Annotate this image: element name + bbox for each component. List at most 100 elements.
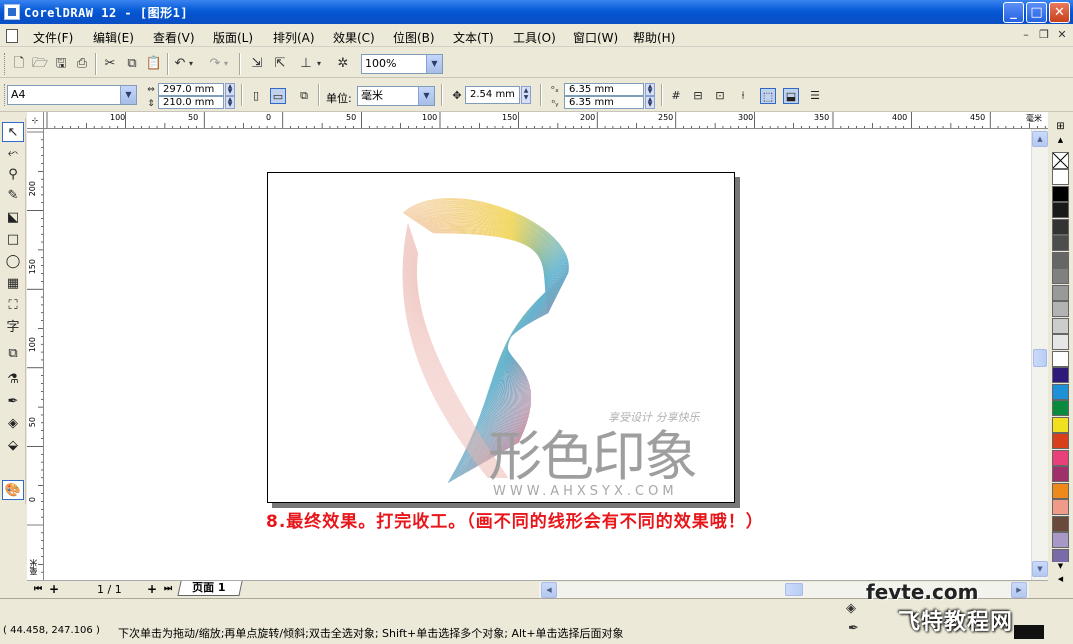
color-swatch[interactable] (1052, 383, 1069, 400)
horizontal-ruler[interactable]: 100 50 0 50 100 150 200 250 300 350 400 … (44, 112, 1048, 129)
color-swatch[interactable] (1052, 400, 1069, 416)
doc-restore-icon[interactable]: ❐ (1037, 29, 1051, 41)
vertical-scrollbar[interactable]: ▲ ▼ (1031, 129, 1048, 580)
print-icon[interactable]: ⎙ (72, 54, 92, 74)
toolbar-grip[interactable] (4, 53, 7, 75)
rectangle-tool-icon[interactable]: □ (2, 230, 24, 250)
color-swatch[interactable] (1052, 301, 1069, 317)
color-swatch[interactable] (1052, 317, 1069, 334)
color-swatch[interactable] (1052, 284, 1069, 301)
shape-tool-icon[interactable]: ⬿ (2, 144, 24, 164)
duplicate-x-field[interactable]: 6.35 mm (564, 83, 644, 96)
palette-flyout-icon[interactable]: ◀ (1052, 574, 1069, 584)
scroll-right-icon[interactable]: ▶ (1011, 582, 1027, 598)
paste-icon[interactable]: 📋 (144, 54, 164, 74)
page-height-field[interactable]: 210.0 mm (158, 96, 224, 109)
menu-arrange[interactable]: 排列(A) (273, 29, 315, 46)
dup-x-spin-button[interactable]: ▲ ▼ (645, 83, 655, 96)
horizontal-scroll-thumb[interactable] (785, 583, 803, 596)
smart-fill-tool-icon[interactable]: ⬕ (2, 208, 24, 228)
app-icon[interactable] (4, 4, 20, 20)
outline-tool-icon[interactable]: ✒ (2, 392, 24, 412)
import-icon[interactable]: ⇲ (247, 54, 267, 74)
menu-window[interactable]: 窗口(W) (573, 29, 618, 46)
palette-menu-icon[interactable]: ⊞ (1052, 120, 1069, 134)
menu-help[interactable]: 帮助(H) (633, 29, 675, 46)
interactive-blend-tool-icon[interactable]: ⧉ (2, 344, 24, 364)
dup-y-spin-button[interactable]: ▲ ▼ (645, 96, 655, 109)
paper-size-select[interactable]: A4 ▼ (7, 85, 137, 105)
scroll-up-icon[interactable]: ▲ (1032, 131, 1048, 147)
export-icon[interactable]: ⇱ (270, 54, 290, 74)
menu-bitmaps[interactable]: 位图(B) (393, 29, 435, 46)
page-tab[interactable]: 页面 1 (177, 581, 243, 596)
application-launcher-icon[interactable]: ⊥ (296, 54, 316, 74)
ruler-corner[interactable]: ⊹ (27, 112, 44, 129)
launcher-dropdown-icon[interactable]: ▾ (314, 54, 324, 74)
vertical-scroll-thumb[interactable] (1033, 349, 1047, 367)
color-swatch[interactable] (1052, 499, 1069, 515)
color-swatch[interactable] (1052, 367, 1069, 383)
add-page-after-icon[interactable]: + (145, 582, 159, 596)
options-icon[interactable]: ☰ (807, 88, 823, 104)
chevron-down-icon[interactable]: ▼ (120, 86, 136, 104)
snap-to-grid-icon[interactable]: # (668, 88, 684, 104)
menu-effects[interactable]: 效果(C) (333, 29, 375, 46)
new-file-icon[interactable]: 🗋 (9, 54, 29, 74)
palette-scroll-up-icon[interactable]: ▲ (1052, 136, 1069, 144)
nudge-offset-field[interactable]: 2.54 mm (465, 86, 520, 104)
color-tool-icon[interactable]: 🎨 (2, 480, 24, 500)
menu-text[interactable]: 文本(T) (453, 29, 494, 46)
save-icon[interactable]: 🖫 (51, 54, 71, 74)
color-swatch[interactable] (1052, 202, 1069, 218)
menu-view[interactable]: 查看(V) (153, 29, 195, 46)
basic-shapes-tool-icon[interactable]: ⛶ (2, 296, 24, 316)
menu-tools[interactable]: 工具(O) (513, 29, 556, 46)
document-icon[interactable] (6, 29, 18, 43)
dynamic-guides-icon[interactable]: ⍿ (735, 88, 751, 104)
nudge-spin-button[interactable]: ▲ ▼ (521, 86, 531, 104)
draw-editing-options-icon[interactable]: ⬓ (783, 88, 799, 104)
color-swatch[interactable] (1052, 449, 1069, 466)
cut-icon[interactable]: ✂ (100, 54, 120, 74)
color-swatch[interactable] (1052, 218, 1069, 235)
color-swatch[interactable] (1052, 235, 1069, 251)
duplicate-y-field[interactable]: 6.35 mm (564, 96, 644, 109)
page-width-field[interactable]: 297.0 mm (158, 83, 224, 96)
treat-as-filled-icon[interactable]: ⬚ (760, 88, 776, 104)
eyedropper-tool-icon[interactable]: ⚗ (2, 370, 24, 390)
copy-icon[interactable]: ⧉ (122, 54, 142, 74)
color-swatch[interactable] (1052, 185, 1069, 202)
close-button[interactable]: ✕ (1049, 2, 1070, 23)
redo-dropdown-icon[interactable]: ▾ (221, 54, 231, 74)
color-swatch[interactable] (1052, 433, 1069, 449)
menu-file[interactable]: 文件(F) (33, 29, 73, 46)
landscape-icon[interactable]: ▭ (270, 88, 286, 104)
ellipse-tool-icon[interactable]: ◯ (2, 252, 24, 272)
drawing-canvas[interactable]: 享受设计 分享快乐 形色印象 WWW.AHXSYX.COM 8.最终效果。打完收… (44, 129, 1031, 580)
current-page-layout-icon[interactable]: ⧉ (296, 88, 312, 104)
color-swatch[interactable] (1052, 350, 1069, 367)
color-swatch[interactable] (1052, 466, 1069, 482)
units-select[interactable]: 毫米 ▼ (357, 86, 435, 106)
snap-to-objects-icon[interactable]: ⊡ (712, 88, 728, 104)
width-spin-button[interactable]: ▲ ▼ (225, 83, 235, 96)
zoom-tool-icon[interactable]: ⚲ (2, 165, 24, 185)
vertical-ruler[interactable]: 200 150 100 50 0 毫米 (27, 129, 44, 580)
outline-indicator-icon[interactable]: ✒ (848, 621, 859, 636)
menu-edit[interactable]: 编辑(E) (93, 29, 134, 46)
pick-tool-icon[interactable]: ↖ (2, 122, 24, 142)
undo-dropdown-icon[interactable]: ▾ (186, 54, 196, 74)
scroll-down-icon[interactable]: ▼ (1032, 561, 1048, 577)
palette-scroll-down-icon[interactable]: ▼ (1052, 562, 1069, 570)
graph-paper-tool-icon[interactable]: ▦ (2, 274, 24, 294)
portrait-icon[interactable]: ▯ (248, 88, 264, 104)
color-swatch[interactable] (1052, 251, 1069, 268)
first-page-icon[interactable]: ⏮ (31, 582, 45, 596)
fill-indicator-icon[interactable]: ◈ (846, 601, 856, 616)
last-page-icon[interactable]: ⏭ (161, 582, 175, 596)
open-file-icon[interactable]: 🗁 (30, 54, 50, 74)
blend-artwork[interactable]: 享受设计 分享快乐 形色印象 WWW.AHXSYX.COM (388, 183, 738, 503)
color-swatch[interactable] (1052, 532, 1069, 548)
interactive-fill-tool-icon[interactable]: ⬙ (2, 436, 24, 456)
